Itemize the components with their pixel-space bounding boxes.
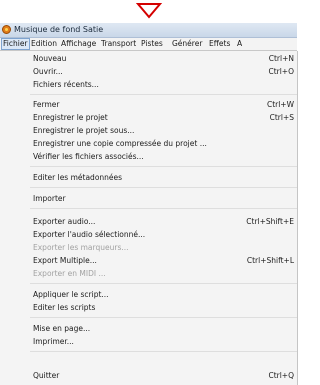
app-icon [2, 25, 11, 34]
menu-item-metadonnees[interactable]: Editer les métadonnées [0, 172, 297, 183]
window-titlebar: Musique de fond Satie [0, 23, 297, 38]
menu-item-exporter-audio[interactable]: Exporter audio... Ctrl+Shift+E [0, 216, 297, 227]
file-menu-dropdown: Nouveau Ctrl+N Ouvrir... Ctrl+O Fichiers… [0, 51, 298, 385]
menu-item-mise-en-page[interactable]: Mise en page... [0, 323, 297, 334]
window-title: Musique de fond Satie [14, 25, 104, 34]
menu-item-exporter-audio-selectionne[interactable]: Exporter l'audio sélectionné... [0, 229, 297, 240]
menu-separator [30, 187, 297, 188]
menu-separator [30, 283, 297, 284]
menu-item-fermer[interactable]: Fermer Ctrl+W [0, 99, 297, 110]
menu-edition[interactable]: Edition [31, 39, 57, 49]
menu-more[interactable]: A [237, 39, 242, 49]
menu-item-ouvrir[interactable]: Ouvrir... Ctrl+O [0, 66, 297, 77]
menu-effets[interactable]: Effets [209, 39, 230, 49]
menu-affichage[interactable]: Affichage [61, 39, 96, 49]
menu-item-fichiers-recents[interactable]: Fichiers récents... [0, 79, 297, 90]
menu-separator [30, 351, 297, 352]
menu-item-editer-scripts[interactable]: Editer les scripts [0, 302, 297, 313]
menu-item-enregistrer-projet[interactable]: Enregistrer le projet Ctrl+S [0, 112, 297, 123]
menu-item-export-multiple[interactable]: Export Multiple... Ctrl+Shift+L [0, 255, 297, 266]
menu-transport[interactable]: Transport [101, 39, 136, 49]
menu-separator [30, 208, 297, 209]
menu-item-copie-compressee[interactable]: Enregistrer une copie compressée du proj… [0, 138, 297, 149]
menu-item-nouveau[interactable]: Nouveau Ctrl+N [0, 53, 297, 64]
top-arrow-icon [135, 3, 163, 19]
menu-separator [30, 166, 297, 167]
menu-item-quitter[interactable]: Quitter Ctrl+Q [0, 370, 297, 381]
menu-separator [30, 94, 297, 95]
menu-separator [30, 317, 297, 318]
menu-item-importer[interactable]: Importer [0, 193, 297, 204]
menu-item-imprimer[interactable]: Imprimer... [0, 336, 297, 347]
menubar: Fichier Edition Affichage Transport Pist… [0, 38, 297, 51]
menu-item-exporter-marqueurs: Exporter les marqueurs... [33, 243, 129, 252]
menu-pistes[interactable]: Pistes [141, 39, 163, 49]
menu-generer[interactable]: Générer [172, 39, 202, 49]
menu-item-appliquer-script[interactable]: Appliquer le script... [0, 289, 297, 300]
menu-item-exporter-midi: Exporter en MIDI ... [33, 269, 106, 278]
menu-item-verifier-fichiers[interactable]: Vérifier les fichiers associés... [0, 151, 297, 162]
menu-item-enregistrer-sous[interactable]: Enregistrer le projet sous... [0, 125, 297, 136]
menu-fichier[interactable]: Fichier [1, 38, 30, 50]
